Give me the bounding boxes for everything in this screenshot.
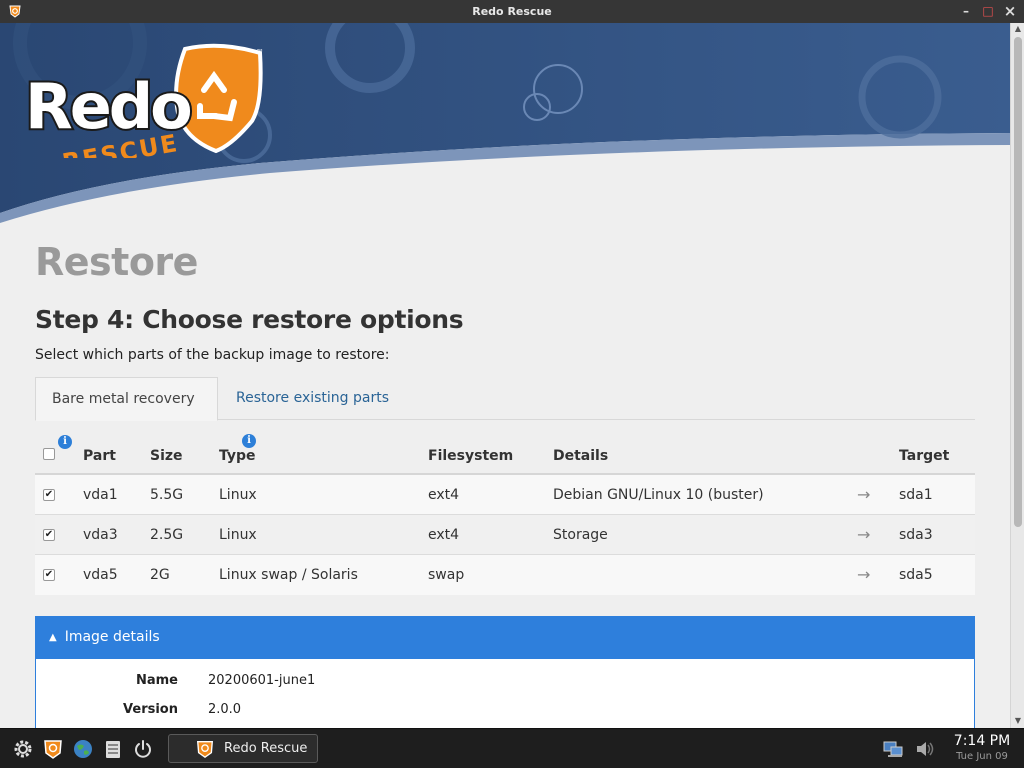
page-title: Restore (35, 240, 198, 284)
restore-mode-tabs: Bare metal recoveryi Restore existing pa… (35, 377, 975, 449)
globe-icon[interactable] (72, 738, 94, 760)
clock-time[interactable]: 7:14 PM (950, 733, 1014, 749)
network-icon[interactable] (882, 738, 904, 760)
select-all-checkbox[interactable] (43, 448, 55, 460)
settings-gear-icon[interactable] (12, 738, 34, 760)
partitions-table: Part Size Type Filesystem Details Target… (35, 435, 975, 595)
arrow-right-icon: → (857, 525, 871, 544)
cell-details: Debian GNU/Linux 10 (buster) (553, 487, 764, 503)
cell-part: vda3 (83, 527, 118, 543)
cell-target[interactable]: sda3 (899, 515, 933, 555)
image-details-toggle[interactable]: ▲ Image details (35, 616, 975, 659)
chevron-up-icon: ▲ (49, 632, 57, 643)
cell-size: 2G (150, 567, 170, 583)
tab-restore-existing-parts[interactable]: Restore existing partsi (220, 377, 410, 448)
detail-key: Name (135, 673, 178, 688)
table-row[interactable]: ✔ vda5 2G Linux swap / Solaris swap → sd… (35, 555, 975, 595)
tab-label: Bare metal recovery (52, 391, 195, 407)
cell-type: Linux swap / Solaris (219, 567, 358, 583)
detail-value: 2.0.0 (208, 702, 242, 717)
step-instructions: Select which parts of the backup image t… (35, 347, 390, 363)
row-checkbox[interactable]: ✔ (43, 489, 55, 501)
column-header-part: Part (83, 448, 116, 464)
taskbar-window-label: Redo Rescue (224, 741, 308, 756)
cell-details: Storage (553, 527, 608, 543)
taskbar: Redo Rescue 7:14 PM Tue Jun 09 (0, 728, 1024, 768)
taskbar-window-button[interactable]: Redo Rescue (168, 734, 318, 763)
cell-type: Linux (219, 527, 257, 543)
minimize-button[interactable]: – (958, 3, 974, 19)
cell-filesystem: ext4 (428, 487, 460, 503)
column-header-details: Details (553, 448, 609, 464)
redo-rescue-icon (196, 741, 214, 759)
file-manager-icon[interactable] (102, 738, 124, 760)
table-row[interactable]: ✔ vda3 2.5G Linux ext4 Storage → sda3 (35, 515, 975, 555)
redo-rescue-logo: Redo RESCUE ™ (23, 43, 264, 158)
cell-filesystem: ext4 (428, 527, 460, 543)
cell-filesystem: swap (428, 567, 465, 583)
scrollbar-thumb[interactable] (1014, 37, 1022, 527)
close-button[interactable]: × (1002, 3, 1018, 19)
row-checkbox[interactable]: ✔ (43, 569, 55, 581)
arrow-right-icon: → (857, 565, 871, 584)
table-row[interactable]: ✔ vda1 5.5G Linux ext4 Debian GNU/Linux … (35, 475, 975, 515)
column-header-target: Target (899, 448, 950, 464)
tab-label: Restore existing parts (236, 390, 390, 406)
row-checkbox[interactable]: ✔ (43, 529, 55, 541)
window-titlebar: Redo Rescue – □ × (0, 0, 1024, 23)
volume-icon[interactable] (914, 738, 936, 760)
cell-type: Linux (219, 487, 257, 503)
column-header-filesystem: Filesystem (428, 448, 514, 464)
step-title: Step 4: Choose restore options (35, 305, 464, 334)
cell-part: vda5 (83, 567, 118, 583)
detail-row-version: Version 2.0.0 (36, 696, 976, 724)
arrow-right-icon: → (857, 485, 871, 504)
cell-size: 2.5G (150, 527, 184, 543)
tab-bare-metal-recovery[interactable]: Bare metal recoveryi (35, 377, 218, 449)
scroll-down-arrow-icon[interactable]: ▼ (1011, 715, 1024, 727)
table-header-row: Part Size Type Filesystem Details Target (35, 435, 975, 475)
cell-target[interactable]: sda5 (899, 555, 933, 595)
detail-value: 20200601-june1 (208, 673, 316, 688)
image-details-heading: Image details (64, 629, 160, 645)
redo-rescue-icon[interactable] (42, 738, 64, 760)
cell-target[interactable]: sda1 (899, 475, 933, 515)
trademark-mark: ™ (256, 48, 264, 57)
vertical-scrollbar[interactable]: ▲ ▼ (1010, 23, 1024, 728)
column-header-size: Size (150, 448, 183, 464)
window-title: Redo Rescue (472, 5, 552, 18)
scroll-up-arrow-icon[interactable]: ▲ (1011, 23, 1024, 35)
maximize-button[interactable]: □ (980, 3, 996, 19)
cell-part: vda1 (83, 487, 118, 503)
cell-size: 5.5G (150, 487, 184, 503)
detail-key: Version (123, 702, 178, 717)
clock-date: Tue Jun 09 (956, 751, 1008, 762)
detail-row-name: Name 20200601-june1 (36, 667, 976, 695)
power-icon[interactable] (132, 738, 154, 760)
image-details-panel: Name 20200601-june1 Version 2.0.0 (35, 659, 975, 728)
column-header-type: Type (219, 448, 256, 464)
window-content: Redo RESCUE ™ Restore Step 4: Choose res… (0, 23, 1010, 728)
